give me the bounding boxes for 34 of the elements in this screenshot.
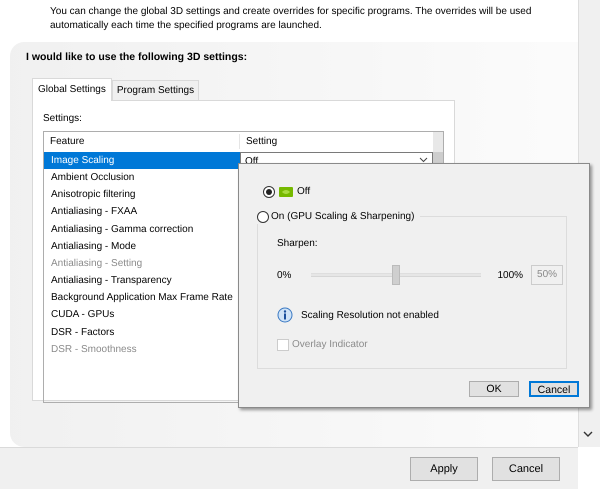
list-item[interactable]: Image Scaling: [44, 152, 240, 169]
list-item[interactable]: DSR - Factors: [44, 324, 240, 341]
tab[interactable]: Global Settings: [32, 78, 112, 101]
list-item[interactable]: Antialiasing - Gamma correction: [44, 220, 240, 238]
list-item[interactable]: Antialiasing - FXAA: [44, 203, 240, 220]
list-item[interactable]: Antialiasing - Transparency: [44, 272, 240, 290]
caret-icon: [419, 157, 428, 164]
list-item[interactable]: Background Application Max Frame Rate: [44, 289, 240, 306]
info-text: Scaling Resolution not enabled: [301, 308, 439, 322]
column-header[interactable]: Feature: [44, 134, 240, 150]
section-heading: I would like to use the following 3D settings:: [26, 50, 248, 65]
dialog-button[interactable]: Cancel: [492, 457, 560, 481]
settings-label: Settings:: [43, 112, 82, 126]
slider-max-label: 100%: [497, 268, 524, 282]
slider-min-label: 0%: [277, 268, 292, 282]
sharpen-label: Sharpen:: [277, 237, 319, 251]
column-header[interactable]: Setting: [240, 134, 278, 150]
logo-icon: [279, 186, 293, 196]
radio-button[interactable]: [263, 186, 275, 198]
radio-label[interactable]: On (GPU Scaling & Sharpening): [271, 209, 414, 224]
list-item[interactable]: CUDA - GPUs: [44, 306, 240, 324]
slider-thumb[interactable]: [392, 265, 400, 285]
chevron-down-icon[interactable]: [583, 430, 593, 438]
list-item[interactable]: Antialiasing - Mode: [44, 238, 240, 255]
dialog-button[interactable]: Cancel: [529, 381, 579, 397]
dialog-button[interactable]: Apply: [410, 457, 478, 481]
info-icon: [277, 307, 293, 323]
tab[interactable]: Program Settings: [112, 80, 200, 100]
radio-label[interactable]: Off: [297, 184, 310, 199]
description-text: You can change the global 3D settings and create overrides for specific programs. The overrides will be used automatically each time the specified programs are launched.: [49, 5, 532, 33]
list-item[interactable]: Ambient Occlusion: [44, 168, 240, 186]
list-item[interactable]: Anisotropic filtering: [44, 186, 240, 204]
dialog-button[interactable]: OK: [469, 381, 519, 397]
radio-button[interactable]: [257, 210, 269, 222]
